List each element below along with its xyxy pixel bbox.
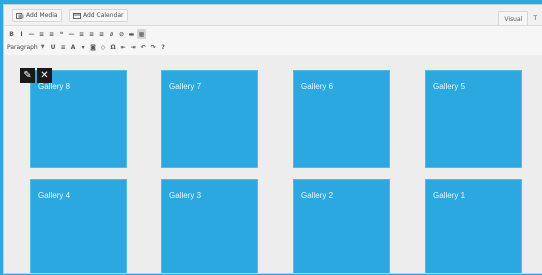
remove-link-button[interactable]: ⊘ (117, 29, 126, 39)
indent-button[interactable]: ⇥ (129, 42, 138, 52)
gallery-tile[interactable]: Gallery 6 (293, 70, 390, 168)
calendar-icon (73, 12, 81, 19)
align-left-button[interactable]: ≡ (77, 29, 86, 39)
toolbar-row-2: Paragraph ▼ U ≡ A ▾ ◙ ◇ Ω ⇤ ⇥ ↶ ↷? (7, 41, 169, 53)
redo-button[interactable]: ↷ (149, 42, 158, 52)
toolbar-row-1: B I — ≡ ≡ ❝ — ≡ ≡ ≡ ∂ ⊘ ▬ ▦ (7, 28, 147, 40)
bold-button[interactable]: B (7, 29, 16, 39)
gallery-tile-label: Gallery 7 (169, 82, 202, 91)
gallery-grid: Gallery 8 Gallery 7 Gallery 6 Gallery 5 Gall… (4, 55, 542, 273)
editor-mode-tabs: Visual T (498, 11, 542, 25)
edit-pencil-icon[interactable]: ✎ (20, 68, 35, 83)
gallery-tile-label: Gallery 5 (433, 82, 466, 91)
horizontal-line-button[interactable]: — (67, 29, 76, 39)
italic-button[interactable]: I (17, 29, 26, 39)
gallery-tile[interactable]: Gallery 5 (425, 70, 522, 168)
align-center-button[interactable]: ≡ (87, 29, 96, 39)
gallery-tile[interactable]: Gallery 3 (161, 179, 258, 273)
gallery-tile-label: Gallery 6 (301, 82, 334, 91)
tab-visual[interactable]: Visual (498, 11, 529, 25)
gallery-tile[interactable]: Gallery 4 (30, 179, 127, 273)
gallery-tile[interactable]: Gallery 2 (293, 179, 390, 273)
gallery-edit-controls: ✎ ✕ (20, 68, 54, 83)
special-character-button[interactable]: Ω (109, 42, 118, 52)
text-color-button[interactable]: A (69, 42, 78, 52)
media-bar: Add Media Add Calendar Visual T (4, 5, 542, 25)
text-color-dropdown[interactable]: ▾ (79, 42, 88, 52)
formatting-toolbar: B I — ≡ ≡ ❝ — ≡ ≡ ≡ ∂ ⊘ ▬ ▦ Paragraph ▼ U ≡ A ▾ ◙ ◇ Ω ⇤ ⇥ ↶ ↷? (4, 25, 542, 56)
paste-as-text-button[interactable]: ◙ (89, 42, 98, 52)
add-media-button[interactable]: Add Media (12, 9, 62, 22)
outdent-button[interactable]: ⇤ (119, 42, 128, 52)
help-button[interactable]: ? (159, 42, 168, 52)
strikethrough-button[interactable]: — (27, 29, 36, 39)
editor-content[interactable]: Gallery 8 Gallery 7 Gallery 6 Gallery 5 Gall… (4, 55, 542, 273)
gallery-tile-label: Gallery 1 (433, 191, 466, 200)
gallery-tile[interactable]: Gallery 7 (161, 70, 258, 168)
underline-button[interactable]: U (49, 42, 58, 52)
remove-close-icon[interactable]: ✕ (37, 68, 52, 83)
gallery-tile-label: Gallery 3 (169, 191, 202, 200)
blockquote-button[interactable]: ❝ (57, 29, 66, 39)
gallery-tile[interactable]: Gallery 8 (30, 70, 127, 168)
chevron-down-icon: ▼ (40, 44, 45, 50)
gallery-tile[interactable]: Gallery 1 (425, 179, 522, 273)
undo-button[interactable]: ↶ (139, 42, 148, 52)
gallery-tile-label: Gallery 8 (38, 82, 71, 91)
bulleted-list-button[interactable]: ≡ (37, 29, 46, 39)
clear-formatting-button[interactable]: ◇ (99, 42, 108, 52)
align-right-button[interactable]: ≡ (97, 29, 106, 39)
numbered-list-button[interactable]: ≡ (47, 29, 56, 39)
format-select[interactable]: Paragraph ▼ (7, 44, 45, 51)
tab-text[interactable]: T (528, 11, 542, 25)
gallery-tile-label: Gallery 4 (38, 191, 71, 200)
toolbar-toggle-button[interactable]: ▦ (137, 29, 146, 39)
format-select-value: Paragraph (7, 43, 38, 51)
insert-link-button[interactable]: ∂ (107, 29, 116, 39)
read-more-button[interactable]: ▬ (127, 29, 136, 39)
justify-button[interactable]: ≡ (59, 42, 68, 52)
editor-frame: Add Media Add Calendar Visual T B I — ≡ ≡ ❝ — ≡… (3, 4, 542, 274)
add-calendar-label: Add Calendar (83, 12, 124, 19)
add-media-label: Add Media (26, 12, 58, 19)
media-icon (16, 12, 24, 19)
gallery-tile-label: Gallery 2 (301, 191, 334, 200)
add-calendar-button[interactable]: Add Calendar (69, 9, 128, 22)
